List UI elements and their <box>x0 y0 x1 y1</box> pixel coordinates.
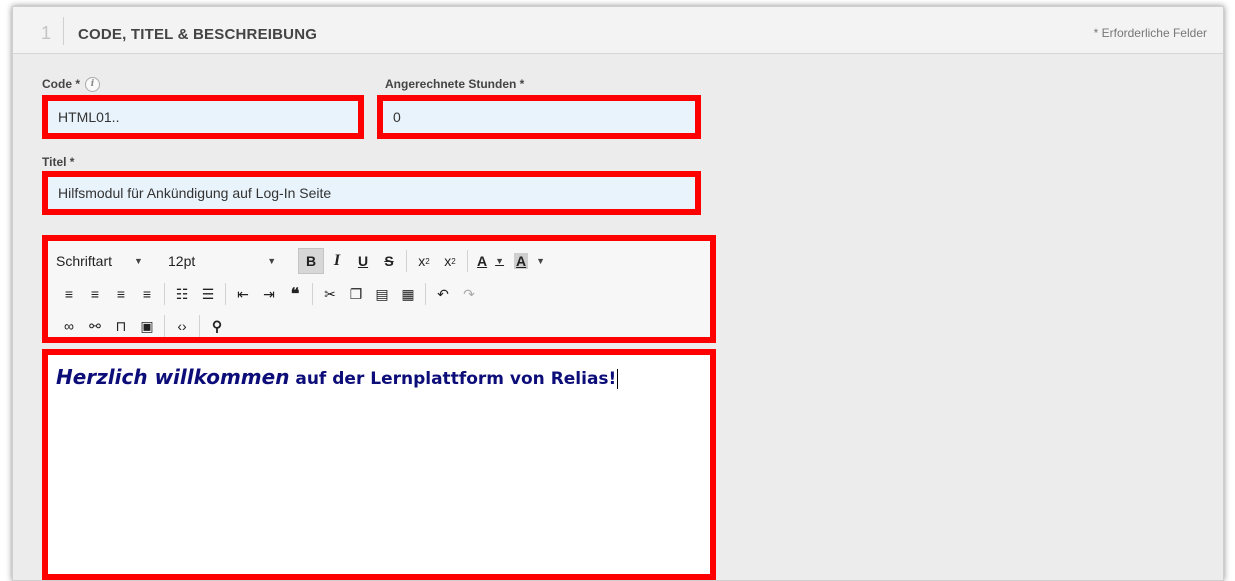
required-fields-note: * Erforderliche Felder <box>1093 26 1207 40</box>
superscript-icon[interactable]: x2 <box>437 248 463 274</box>
editor-toolbar: Schriftart ▼ 12pt ▼ B I U S x2 x2 A ▼ A ▼ ≡ … <box>42 235 716 343</box>
course-form-panel: 1 CODE, TITEL & BESCHREIBUNG * Erforderl… <box>12 6 1224 581</box>
bulleted-list-icon[interactable]: ☷ <box>169 281 195 307</box>
toolbar-separator <box>425 283 426 305</box>
rich-text-editor[interactable]: Herzlich willkommen auf der Lernplattfor… <box>42 349 716 580</box>
align-justify-icon[interactable]: ≡ <box>134 281 160 307</box>
source-code-icon[interactable]: ‹› <box>169 313 195 339</box>
toolbar-row-2: ≡ ≡ ≡ ≡ ☷ ☰ ⇤ ⇥ ❝ ✂ ❐ ▤ ▦ ↶ ↷ <box>56 281 482 307</box>
divider <box>63 17 64 45</box>
font-size-value: 12pt <box>168 253 196 269</box>
unlink-icon[interactable]: ⚯ <box>82 313 108 339</box>
chevron-down-icon: ▼ <box>267 256 277 266</box>
code-input-value: HTML01.. <box>58 109 120 125</box>
toolbar-separator <box>164 283 165 305</box>
title-label: Titel * <box>42 155 75 169</box>
toolbar-separator <box>199 315 200 337</box>
toolbar-separator <box>406 250 407 272</box>
redo-icon[interactable]: ↷ <box>456 281 482 307</box>
code-input[interactable]: HTML01.. <box>42 95 364 139</box>
find-icon[interactable]: ⚲ <box>204 313 230 339</box>
blockquote-icon[interactable]: ❝ <box>282 281 308 307</box>
strikethrough-icon[interactable]: S <box>376 248 402 274</box>
link-icon[interactable]: ∞ <box>56 313 82 339</box>
hours-input-value: 0 <box>393 109 401 125</box>
outdent-icon[interactable]: ⇤ <box>230 281 256 307</box>
italic-icon[interactable]: I <box>324 248 350 274</box>
subscript-icon[interactable]: x2 <box>411 248 437 274</box>
copy-icon[interactable]: ❐ <box>343 281 369 307</box>
title-input[interactable]: Hilfsmodul für Ankündigung auf Log-In Se… <box>42 171 701 215</box>
bold-icon[interactable]: B <box>298 248 324 274</box>
align-left-icon[interactable]: ≡ <box>56 281 82 307</box>
text-cursor <box>617 369 619 389</box>
cut-icon[interactable]: ✂ <box>317 281 343 307</box>
title-input-value: Hilfsmodul für Ankündigung auf Log-In Se… <box>58 185 332 201</box>
toolbar-separator <box>467 250 468 272</box>
step-number: 1 <box>41 23 52 43</box>
paste-icon[interactable]: ▤ <box>369 281 395 307</box>
font-color-icon[interactable]: A ▼ <box>472 248 509 274</box>
font-family-select[interactable]: Schriftart ▼ <box>56 248 168 274</box>
numbered-list-icon[interactable]: ☰ <box>195 281 221 307</box>
section-title: CODE, TITEL & BESCHREIBUNG <box>78 26 318 43</box>
undo-icon[interactable]: ↶ <box>430 281 456 307</box>
underline-icon[interactable]: U <box>350 248 376 274</box>
editor-rest-text: auf der Lernplattform von Relias! <box>289 369 617 389</box>
font-family-value: Schriftart <box>56 253 113 269</box>
bookmark-icon[interactable]: ⊓ <box>108 313 134 339</box>
paste-text-icon[interactable]: ▦ <box>395 281 421 307</box>
toolbar-separator <box>312 283 313 305</box>
align-center-icon[interactable]: ≡ <box>82 281 108 307</box>
toolbar-separator <box>225 283 226 305</box>
section-header: 1 CODE, TITEL & BESCHREIBUNG * Erforderl… <box>13 7 1223 54</box>
info-icon[interactable]: i <box>85 77 101 93</box>
hours-input[interactable]: 0 <box>377 95 701 139</box>
indent-icon[interactable]: ⇥ <box>256 281 282 307</box>
font-size-select[interactable]: 12pt ▼ <box>168 248 298 274</box>
code-label: Code * i <box>42 77 101 93</box>
toolbar-separator <box>164 315 165 337</box>
editor-emphasis-text: Herzlich willkommen <box>56 365 290 389</box>
code-label-text: Code * <box>42 77 81 91</box>
toolbar-row-3: ∞ ⚯ ⊓ ▣ ‹› ⚲ <box>56 313 230 339</box>
editor-content: Herzlich willkommen auf der Lernplattfor… <box>56 365 619 389</box>
image-icon[interactable]: ▣ <box>134 313 160 339</box>
toolbar-row-1: Schriftart ▼ 12pt ▼ B I U S x2 x2 A ▼ A ▼ <box>56 248 550 274</box>
hours-label: Angerechnete Stunden * <box>385 77 525 91</box>
chevron-down-icon: ▼ <box>134 256 143 266</box>
background-color-icon[interactable]: A ▼ <box>509 248 550 274</box>
align-right-icon[interactable]: ≡ <box>108 281 134 307</box>
